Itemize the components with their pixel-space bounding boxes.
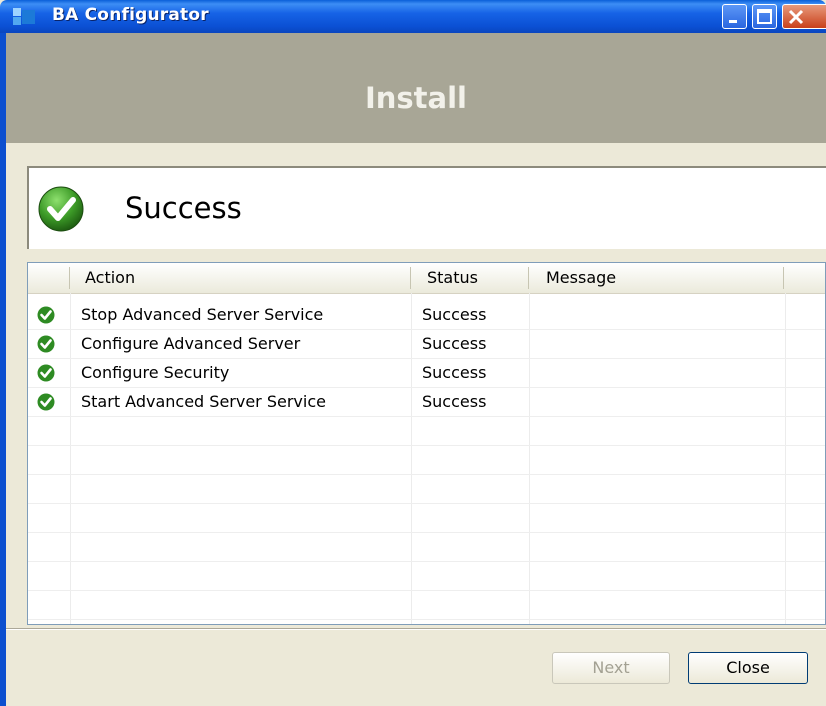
footer-divider <box>6 628 826 630</box>
column-divider[interactable] <box>528 267 529 289</box>
column-header-status[interactable]: Status <box>427 263 478 293</box>
column-divider[interactable] <box>69 267 70 289</box>
check-circle-icon <box>37 306 55 324</box>
column-divider[interactable] <box>410 267 411 289</box>
table-row[interactable]: Configure Security Success <box>28 359 825 388</box>
status-cell: Success <box>422 392 487 411</box>
status-cell: Success <box>422 334 487 353</box>
action-cell: Start Advanced Server Service <box>81 392 326 411</box>
column-header-message[interactable]: Message <box>546 263 616 293</box>
table-row-empty <box>28 591 825 620</box>
table-row-empty <box>28 533 825 562</box>
maximize-button[interactable] <box>752 4 777 29</box>
check-circle-icon <box>37 364 55 382</box>
close-button[interactable]: Close <box>688 652 808 684</box>
next-button[interactable]: Next <box>552 652 670 684</box>
table-header: Action Status Message <box>28 263 825 294</box>
table-row[interactable]: Configure Advanced Server Success <box>28 330 825 359</box>
actions-table[interactable]: Action Status Message Stop Advanced Serv… <box>27 262 826 625</box>
table-row[interactable]: Stop Advanced Server Service Success <box>28 301 825 330</box>
result-text: Success <box>125 191 242 225</box>
action-cell: Configure Security <box>81 363 230 382</box>
page-title: Install <box>364 81 467 115</box>
table-row-empty <box>28 417 825 446</box>
table-row-empty <box>28 446 825 475</box>
table-row-empty <box>28 562 825 591</box>
check-circle-icon <box>37 393 55 411</box>
table-row-empty <box>28 504 825 533</box>
minimize-icon <box>729 20 737 23</box>
maximize-icon <box>757 9 772 24</box>
window-title: BA Configurator <box>52 5 209 25</box>
close-icon <box>788 9 804 25</box>
column-divider[interactable] <box>783 267 784 289</box>
result-panel: Success <box>27 166 826 249</box>
action-cell: Stop Advanced Server Service <box>81 305 324 324</box>
status-cell: Success <box>422 363 487 382</box>
title-bar[interactable]: BA Configurator <box>0 0 826 33</box>
action-cell: Configure Advanced Server <box>81 334 301 353</box>
table-row[interactable]: Start Advanced Server Service Success <box>28 388 825 417</box>
check-circle-icon <box>37 335 55 353</box>
table-row-empty <box>28 475 825 504</box>
column-header-action[interactable]: Action <box>85 263 135 293</box>
close-window-button[interactable] <box>782 4 826 29</box>
header-band: Install <box>6 33 826 143</box>
status-cell: Success <box>422 305 487 324</box>
check-circle-icon <box>38 186 84 232</box>
app-window: BA Configurator Install Success Action S… <box>0 0 826 706</box>
minimize-button[interactable] <box>722 4 747 29</box>
app-icon <box>13 8 35 25</box>
